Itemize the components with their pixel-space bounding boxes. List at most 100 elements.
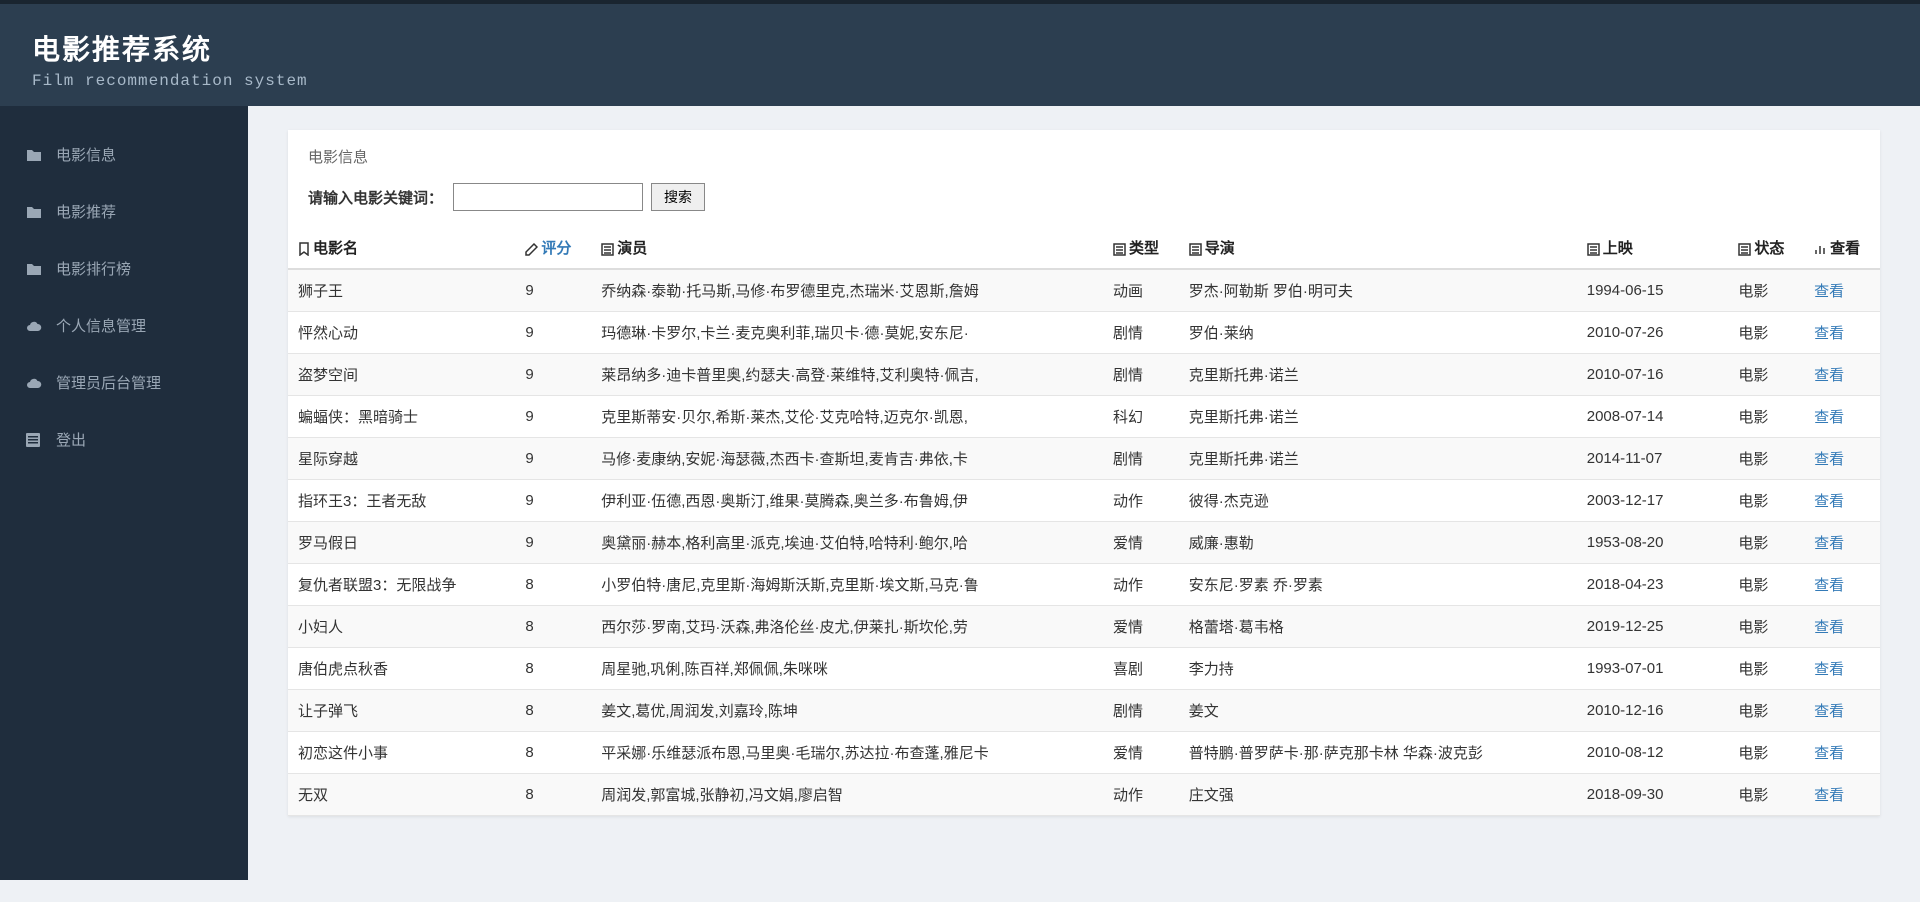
cell-release: 2018-09-30	[1577, 774, 1729, 816]
view-link[interactable]: 查看	[1814, 325, 1844, 342]
table-row: 星际穿越9马修·麦康纳,安妮·海瑟薇,杰西卡·查斯坦,麦肯吉·弗依,卡剧情克里斯…	[288, 438, 1880, 480]
view-link[interactable]: 查看	[1814, 493, 1844, 510]
layout: 电影信息电影推荐电影排行榜个人信息管理管理员后台管理登出 电影信息 请输入电影关…	[0, 106, 1920, 880]
cell-director: 彼得·杰克逊	[1179, 480, 1577, 522]
cell-release: 2003-12-17	[1577, 480, 1729, 522]
table-row: 初恋这件小事8平采娜·乐维瑟派布恩,马里奥·毛瑞尔,苏达拉·布查蓬,雅尼卡爱情普…	[288, 732, 1880, 774]
cell-director: 克里斯托弗·诺兰	[1179, 354, 1577, 396]
cell-director: 李力持	[1179, 648, 1577, 690]
cell-release: 2008-07-14	[1577, 396, 1729, 438]
app-title: 电影推荐系统	[32, 28, 1888, 68]
table-row: 盗梦空间9莱昂纳多·迪卡普里奥,约瑟夫·高登·莱维特,艾利奥特·佩吉,剧情克里斯…	[288, 354, 1880, 396]
cell-name: 让子弹飞	[288, 690, 515, 732]
view-link[interactable]: 查看	[1814, 745, 1844, 762]
edit-icon	[525, 243, 538, 256]
view-link[interactable]: 查看	[1814, 409, 1844, 426]
cell-release: 1993-07-01	[1577, 648, 1729, 690]
cell-type: 爱情	[1103, 606, 1179, 648]
sidebar-item-0[interactable]: 电影信息	[0, 126, 248, 183]
cell-type: 动作	[1103, 774, 1179, 816]
cell-director: 庄文强	[1179, 774, 1577, 816]
cell-score: 9	[515, 396, 591, 438]
list-icon	[1113, 243, 1126, 256]
header: 电影推荐系统 Film recommendation system	[0, 4, 1920, 106]
cell-actor: 玛德琳·卡罗尔,卡兰·麦克奥利菲,瑞贝卡·德·莫妮,安东尼·	[591, 312, 1103, 354]
view-link[interactable]: 查看	[1814, 703, 1844, 720]
cell-type: 剧情	[1103, 438, 1179, 480]
sidebar-item-label: 登出	[56, 429, 86, 450]
col-release: 上映	[1577, 227, 1729, 269]
cell-status: 电影	[1728, 606, 1804, 648]
cell-director: 罗杰·阿勒斯 罗伯·明可夫	[1179, 269, 1577, 312]
cell-name: 狮子王	[288, 269, 515, 312]
view-link[interactable]: 查看	[1814, 283, 1844, 300]
cell-name: 唐伯虎点秋香	[288, 648, 515, 690]
cell-status: 电影	[1728, 690, 1804, 732]
cell-type: 剧情	[1103, 354, 1179, 396]
view-link[interactable]: 查看	[1814, 367, 1844, 384]
list-icon	[601, 243, 614, 256]
cell-score: 9	[515, 522, 591, 564]
table-row: 蝙蝠侠：黑暗骑士9克里斯蒂安·贝尔,希斯·莱杰,艾伦·艾克哈特,迈克尔·凯恩,科…	[288, 396, 1880, 438]
movie-table: 电影名 评分 演员 类型 导演 上映 状态 查看 狮子王9乔纳森·泰勒·托马斯,…	[288, 227, 1880, 816]
cell-director: 普特鹏·普罗萨卡·那·萨克那卡林 华森·波克彭	[1179, 732, 1577, 774]
cell-actor: 周润发,郭富城,张静初,冯文娟,廖启智	[591, 774, 1103, 816]
cell-type: 动作	[1103, 480, 1179, 522]
view-link[interactable]: 查看	[1814, 451, 1844, 468]
view-link[interactable]: 查看	[1814, 577, 1844, 594]
cell-release: 2010-07-26	[1577, 312, 1729, 354]
cell-director: 威廉·惠勒	[1179, 522, 1577, 564]
cell-actor: 马修·麦康纳,安妮·海瑟薇,杰西卡·查斯坦,麦肯吉·弗依,卡	[591, 438, 1103, 480]
cloud-icon	[26, 377, 44, 389]
cell-name: 无双	[288, 774, 515, 816]
bookmark-icon	[298, 242, 310, 256]
cell-release: 2014-11-07	[1577, 438, 1729, 480]
cell-director: 克里斯托弗·诺兰	[1179, 438, 1577, 480]
table-row: 小妇人8西尔莎·罗南,艾玛·沃森,弗洛伦丝·皮尤,伊莱扎·斯坎伦,劳爱情格蕾塔·…	[288, 606, 1880, 648]
cell-type: 剧情	[1103, 312, 1179, 354]
sidebar-item-2[interactable]: 电影排行榜	[0, 240, 248, 297]
main: 电影信息 请输入电影关键词： 搜索 电影名 评分 演员 类型 导	[248, 106, 1920, 880]
cell-type: 科幻	[1103, 396, 1179, 438]
cell-name: 复仇者联盟3：无限战争	[288, 564, 515, 606]
sidebar-item-3[interactable]: 个人信息管理	[0, 297, 248, 354]
col-name: 电影名	[288, 227, 515, 269]
cell-director: 姜文	[1179, 690, 1577, 732]
cell-status: 电影	[1728, 648, 1804, 690]
view-link[interactable]: 查看	[1814, 535, 1844, 552]
cell-release: 2018-04-23	[1577, 564, 1729, 606]
sidebar-item-5[interactable]: 登出	[0, 411, 248, 468]
folder-icon	[26, 148, 44, 162]
table-row: 狮子王9乔纳森·泰勒·托马斯,马修·布罗德里克,杰瑞米·艾恩斯,詹姆动画罗杰·阿…	[288, 269, 1880, 312]
cell-score: 9	[515, 438, 591, 480]
table-row: 无双8周润发,郭富城,张静初,冯文娟,廖启智动作庄文强2018-09-30电影查…	[288, 774, 1880, 816]
cell-type: 爱情	[1103, 732, 1179, 774]
cell-actor: 伊利亚·伍德,西恩·奥斯汀,维果·莫腾森,奥兰多·布鲁姆,伊	[591, 480, 1103, 522]
col-score: 评分	[515, 227, 591, 269]
cell-director: 安东尼·罗素 乔·罗素	[1179, 564, 1577, 606]
cell-status: 电影	[1728, 522, 1804, 564]
search-row: 请输入电影关键词： 搜索	[288, 183, 1880, 227]
list-icon	[1189, 243, 1202, 256]
cell-name: 蝙蝠侠：黑暗骑士	[288, 396, 515, 438]
view-link[interactable]: 查看	[1814, 619, 1844, 636]
sidebar-item-4[interactable]: 管理员后台管理	[0, 354, 248, 411]
cell-actor: 莱昂纳多·迪卡普里奥,约瑟夫·高登·莱维特,艾利奥特·佩吉,	[591, 354, 1103, 396]
list-icon	[1587, 243, 1600, 256]
cell-director: 罗伯·莱纳	[1179, 312, 1577, 354]
cell-status: 电影	[1728, 269, 1804, 312]
cell-status: 电影	[1728, 732, 1804, 774]
table-row: 复仇者联盟3：无限战争8小罗伯特·唐尼,克里斯·海姆斯沃斯,克里斯·埃文斯,马克…	[288, 564, 1880, 606]
cell-type: 剧情	[1103, 690, 1179, 732]
cell-name: 罗马假日	[288, 522, 515, 564]
search-button[interactable]: 搜索	[651, 183, 705, 211]
search-input[interactable]	[453, 183, 643, 211]
view-link[interactable]: 查看	[1814, 787, 1844, 804]
search-label: 请输入电影关键词：	[308, 187, 443, 208]
sidebar-item-1[interactable]: 电影推荐	[0, 183, 248, 240]
cell-score: 9	[515, 312, 591, 354]
cell-type: 动画	[1103, 269, 1179, 312]
col-director: 导演	[1179, 227, 1577, 269]
view-link[interactable]: 查看	[1814, 661, 1844, 678]
cell-name: 初恋这件小事	[288, 732, 515, 774]
